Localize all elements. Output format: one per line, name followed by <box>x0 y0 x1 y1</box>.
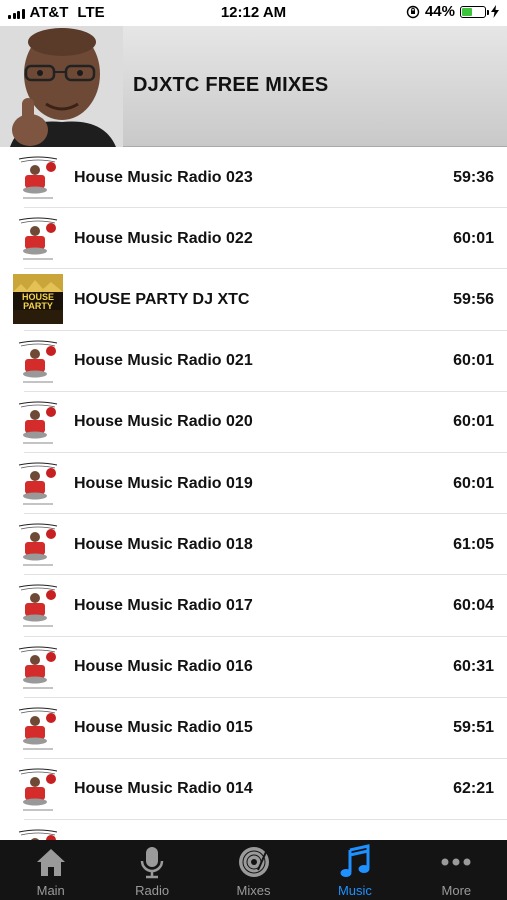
track-duration: 62:21 <box>453 780 494 798</box>
house-music-radio-logo <box>13 825 63 840</box>
track-list: House Music Radio 023 59:36 House Music … <box>0 147 507 840</box>
vinyl-record-icon <box>238 847 269 877</box>
track-title: House Music Radio 020 <box>74 413 253 431</box>
network-label: LTE <box>77 4 105 21</box>
track-duration: 60:01 <box>453 352 494 370</box>
track-duration: 60:31 <box>453 658 494 676</box>
page-header: DJXTC FREE MIXES <box>0 26 507 147</box>
track-row[interactable]: House Music Radio 014 62:21 <box>0 759 507 821</box>
house-music-radio-logo <box>13 396 63 447</box>
house-music-radio-logo <box>13 519 63 570</box>
track-title: House Music Radio 022 <box>74 229 253 247</box>
track-title: HOUSE PARTY DJ XTC <box>74 290 250 308</box>
track-row[interactable]: House Music Radio 016 60:31 <box>0 637 507 698</box>
house-music-radio-logo <box>13 213 63 264</box>
tab-label: Music <box>337 883 372 898</box>
track-row[interactable]: House Music Radio 023 59:36 <box>0 147 507 209</box>
music-note-icon <box>340 844 370 877</box>
status-left: AT&T LTE <box>8 4 105 21</box>
tab-radio[interactable]: Radio <box>101 840 202 900</box>
track-duration: 60:04 <box>453 596 494 614</box>
track-title: House Music Radio 015 <box>74 719 253 737</box>
track-row[interactable]: House Music Radio 021 60:01 <box>0 331 507 392</box>
svg-text:PARTY: PARTY <box>23 301 53 311</box>
tab-bar: Main Radio Mixes Music More <box>0 840 507 900</box>
house-music-radio-logo <box>13 702 63 753</box>
tab-label: Radio <box>135 883 170 898</box>
battery-icon <box>460 5 489 18</box>
track-duration: 59:56 <box>453 290 494 308</box>
dj-portrait-image <box>0 26 123 147</box>
track-row[interactable]: House Music Radio 018 61:05 <box>0 514 507 576</box>
tab-main[interactable]: Main <box>0 840 101 900</box>
house-party-cover: HOUSE PARTY <box>13 274 63 325</box>
tab-label: Main <box>36 883 65 898</box>
charging-bolt-icon <box>491 5 499 18</box>
signal-strength-icon <box>8 7 25 19</box>
house-music-radio-logo <box>13 152 63 202</box>
track-row[interactable]: HOUSE PARTY HOUSE PARTY DJ XTC 59:56 <box>0 269 507 331</box>
battery-fill <box>462 7 472 16</box>
carrier-label: AT&T <box>29 4 69 21</box>
page-title: DJXTC FREE MIXES <box>133 74 329 96</box>
more-dots-icon <box>441 858 471 866</box>
battery-percent: 44% <box>424 3 455 20</box>
track-duration: 60:01 <box>453 413 494 431</box>
tab-more[interactable]: More <box>406 840 507 900</box>
house-music-radio-logo <box>13 335 63 386</box>
track-row[interactable]: House Music Radio 020 60:01 <box>0 392 507 454</box>
house-music-radio-logo <box>13 641 63 692</box>
track-duration: 59:51 <box>453 719 494 737</box>
track-title: House Music Radio 016 <box>74 658 253 676</box>
track-title: House Music Radio 021 <box>74 352 253 370</box>
track-title: House Music Radio 019 <box>74 474 253 492</box>
track-row-partial[interactable] <box>0 820 507 840</box>
track-row[interactable]: House Music Radio 022 60:01 <box>0 208 507 270</box>
tab-label: Mixes <box>236 883 271 898</box>
track-row[interactable]: House Music Radio 019 60:01 <box>0 453 507 515</box>
tab-label: More <box>441 883 472 898</box>
house-music-radio-logo <box>13 763 63 814</box>
house-music-radio-logo <box>13 457 63 508</box>
track-title: House Music Radio 023 <box>74 168 253 186</box>
orientation-lock-icon <box>406 5 420 18</box>
track-title: House Music Radio 017 <box>74 596 253 614</box>
tab-mixes[interactable]: Mixes <box>203 840 304 900</box>
status-bar: AT&T LTE 12:12 AM 44% <box>0 0 507 26</box>
tab-music[interactable]: Music <box>304 840 405 900</box>
dj-profile-photo <box>0 26 123 147</box>
house-music-radio-logo <box>13 580 63 631</box>
track-duration: 59:36 <box>453 168 494 186</box>
track-duration: 60:01 <box>453 229 494 247</box>
track-row[interactable]: House Music Radio 015 59:51 <box>0 698 507 760</box>
track-title: House Music Radio 018 <box>74 535 253 553</box>
track-duration: 60:01 <box>453 474 494 492</box>
track-duration: 61:05 <box>453 535 494 553</box>
status-right: 44% <box>406 3 499 20</box>
track-row[interactable]: House Music Radio 017 60:04 <box>0 575 507 637</box>
track-title: House Music Radio 014 <box>74 780 253 798</box>
microphone-icon <box>140 847 164 879</box>
home-icon <box>36 849 65 876</box>
